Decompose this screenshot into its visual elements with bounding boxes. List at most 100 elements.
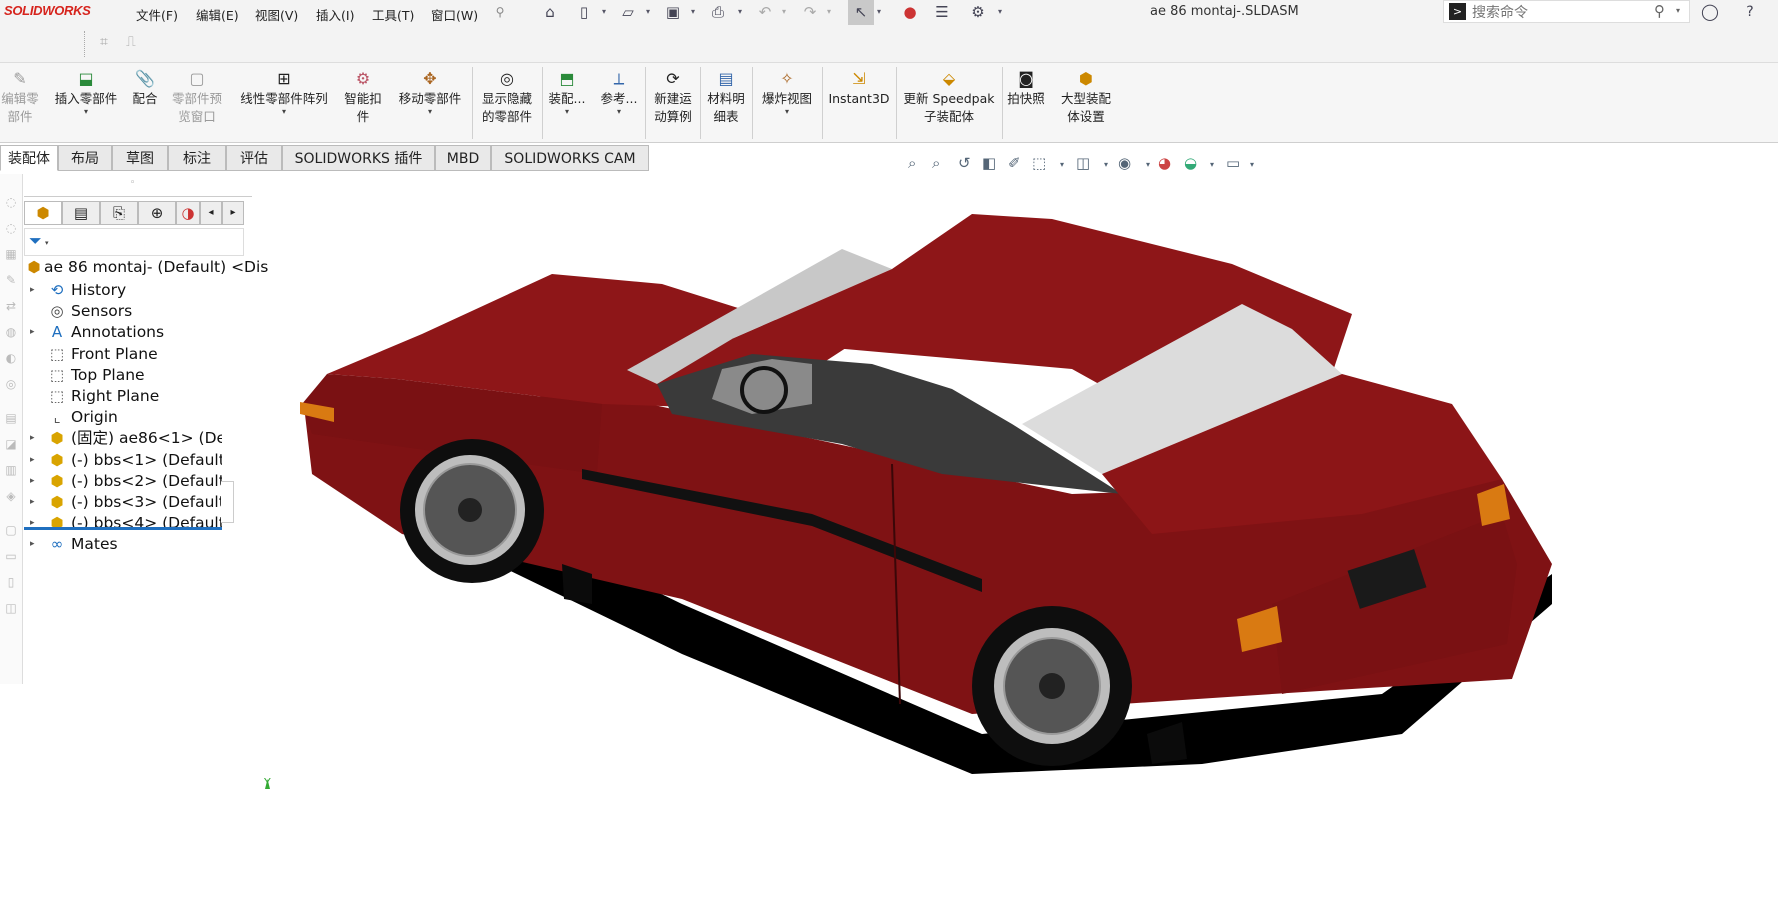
reference-geometry-dropdown-icon[interactable]: ▾ [598,108,640,116]
search-icon[interactable]: ⚲ [1654,2,1665,20]
graphics-area[interactable]: Y [252,174,1778,897]
strip-tool-icon[interactable]: ◈ [3,488,19,504]
strip-tool-icon[interactable]: ▦ [3,246,19,262]
strip-tool-icon[interactable]: ◫ [3,600,19,616]
assembly-features-button[interactable]: ⬒ 装配... ▾ [546,69,588,116]
insert-components-dropdown-icon[interactable]: ▾ [50,108,122,116]
previous-view-icon[interactable]: ↺ [958,154,971,172]
bill-of-materials-button[interactable]: ▤ 材料明 细表 [704,69,748,126]
update-speedpak-button[interactable]: ⬙ 更新 Speedpak 子装配体 [900,69,998,126]
assembly-features-dropdown-icon[interactable]: ▾ [546,108,588,116]
strip-tool-icon[interactable]: ▢ [3,522,19,538]
strip-tool-icon[interactable]: ◐ [3,350,19,366]
tab-layout[interactable]: 布局 [58,145,112,171]
help-icon[interactable]: ? [1740,2,1760,22]
rebuild-traffic-light-icon[interactable]: ● [900,2,920,22]
instant3d-button[interactable]: ⇲ Instant3D [826,69,892,108]
zoom-to-fit-icon[interactable]: ⌕ [908,154,916,172]
move-component-button[interactable]: ✥ 移动零部件 ▾ [392,69,468,116]
options-dropdown-icon[interactable]: ▾ [998,7,1002,16]
view-settings-dropdown-icon[interactable]: ▾ [1250,160,1254,169]
tab-evaluate[interactable]: 评估 [226,145,282,171]
tab-solidworks-addins[interactable]: SOLIDWORKS 插件 [282,145,435,171]
select-dropdown-icon[interactable]: ▾ [877,7,881,16]
large-assembly-settings-button[interactable]: ⬢ 大型装配 体设置 [1054,69,1118,126]
select-cursor-icon[interactable]: ↖ [848,0,874,25]
tab-mbd[interactable]: MBD [435,145,491,171]
strip-tool-icon[interactable]: ⇄ [3,298,19,314]
component-preview-button[interactable]: ▢ 零部件预 览窗口 [166,69,228,126]
strip-tool-icon[interactable]: ◎ [3,376,19,392]
strip-tool-icon[interactable]: ▭ [3,548,19,564]
move-component-dropdown-icon[interactable]: ▾ [392,108,468,116]
command-search-input[interactable] [1470,2,1654,23]
mate-button[interactable]: 📎 配合 [130,69,160,108]
tab-assembly[interactable]: 装配体 [0,145,58,171]
rollback-bar[interactable] [24,527,222,530]
menu-insert[interactable]: 插入(I) [316,5,354,24]
view-settings-icon[interactable]: ▭ [1226,154,1240,172]
tab-scroll-right[interactable]: ▸ [222,201,244,225]
display-style-dropdown-icon[interactable]: ▾ [1104,160,1108,169]
strip-tool-icon[interactable]: ◌ [3,194,19,210]
new-motion-study-button[interactable]: ⟳ 新建运 动算例 [650,69,696,126]
menu-edit[interactable]: 编辑(E) [196,5,239,24]
new-document-icon[interactable]: ▯ [574,2,594,22]
user-account-icon[interactable]: ◯ [1700,2,1720,22]
exploded-view-button[interactable]: ✧ 爆炸视图 ▾ [756,69,818,116]
print-dropdown-icon[interactable]: ▾ [738,7,742,16]
redo-icon[interactable]: ↷ [800,2,820,22]
search-dropdown-icon[interactable]: ▾ [1676,6,1680,15]
flyout-toolbar-icon[interactable]: ⌗ [100,34,108,50]
tab-configuration-manager[interactable]: ⎘ [100,201,138,225]
reference-geometry-button[interactable]: ⟂ 参考... ▾ [598,69,640,116]
new-dropdown-icon[interactable]: ▾ [602,7,606,16]
apply-scene-icon[interactable]: ◒ [1184,154,1197,172]
view-orientation-icon[interactable]: ⬚ [1032,154,1046,172]
tree-item[interactable]: ▸ ∞ Mates [24,532,222,556]
zoom-to-area-icon[interactable]: ⌕ [932,154,940,172]
tab-markup[interactable]: 标注 [168,145,226,171]
menu-tools[interactable]: 工具(T) [372,5,414,24]
pin-icon[interactable]: ⚲ [490,2,510,22]
undo-dropdown-icon[interactable]: ▾ [782,7,786,16]
section-view-icon[interactable]: ◧ [982,154,996,172]
print-icon[interactable]: ⎙ [708,2,728,22]
hide-show-dropdown-icon[interactable]: ▾ [1146,160,1150,169]
strip-tool-icon[interactable]: ✎ [3,272,19,288]
exploded-view-dropdown-icon[interactable]: ▾ [756,108,818,116]
insert-components-button[interactable]: ⬓ 插入零部件 ▾ [50,69,122,116]
tab-feature-manager[interactable]: ⬢ [24,201,62,225]
strip-tool-icon[interactable]: ◪ [3,436,19,452]
view-orientation-dropdown-icon[interactable]: ▾ [1060,160,1064,169]
tab-property-manager[interactable]: ▤ [62,201,100,225]
tab-sketch[interactable]: 草图 [112,145,168,171]
panel-splitter-handle[interactable]: ◦ [130,178,135,188]
file-properties-icon[interactable]: ☰ [932,2,952,22]
car-3d-model[interactable]: Y [252,174,1778,897]
hide-show-items-icon[interactable]: ◉ [1118,154,1131,172]
tab-display-manager[interactable]: ◑ [176,201,200,225]
tab-solidworks-cam[interactable]: SOLIDWORKS CAM [491,145,649,171]
open-folder-icon[interactable]: ▱ [618,2,638,22]
apply-scene-dropdown-icon[interactable]: ▾ [1210,160,1214,169]
display-style-icon[interactable]: ◫ [1076,154,1090,172]
strip-tool-icon[interactable]: ▥ [3,462,19,478]
menu-window[interactable]: 窗口(W) [431,5,478,24]
linear-pattern-button[interactable]: ⊞ 线性零部件阵列 ▾ [232,69,336,116]
strip-tool-icon[interactable]: ◌ [3,220,19,236]
filter-icon[interactable]: ⏷ [29,231,42,251]
options-gear-icon[interactable]: ⚙ [968,2,988,22]
tab-dimxpert-manager[interactable]: ⊕ [138,201,176,225]
menu-file[interactable]: 文件(F) [136,5,178,24]
linear-pattern-dropdown-icon[interactable]: ▾ [232,108,336,116]
smart-fasteners-button[interactable]: ⚙ 智能扣 件 [340,69,386,126]
menu-view[interactable]: 视图(V) [255,5,298,24]
strip-tool-icon[interactable]: ▯ [3,574,19,590]
open-dropdown-icon[interactable]: ▾ [646,7,650,16]
tab-scroll-left[interactable]: ◂ [200,201,222,225]
strip-tool-icon[interactable]: ◍ [3,324,19,340]
tree-root-assembly[interactable]: ⬢ ae 86 montaj- (Default) <Dis [24,255,268,279]
command-search-box[interactable]: > ⚲ ▾ [1443,0,1690,23]
expand-arrow-icon[interactable]: ▸ [30,532,35,556]
